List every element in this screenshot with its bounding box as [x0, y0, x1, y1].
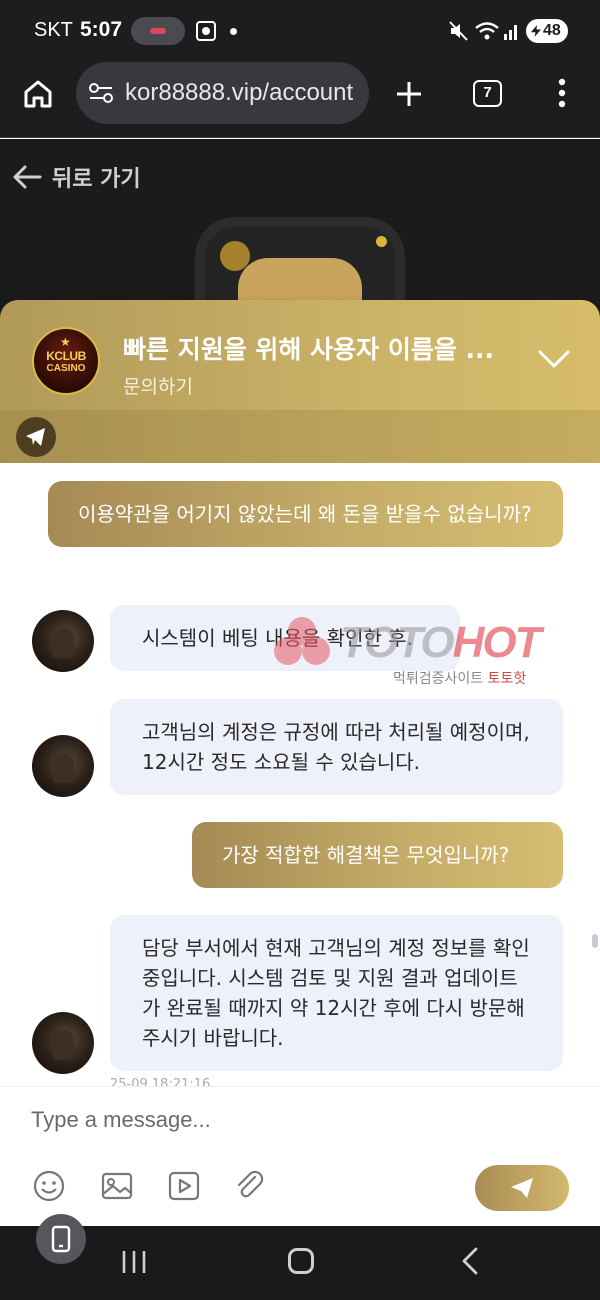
- telegram-icon[interactable]: [16, 417, 56, 457]
- avatar: [32, 610, 94, 672]
- message-composer: [0, 1086, 600, 1226]
- more-icon[interactable]: [557, 78, 567, 108]
- chat-header-bar: [0, 410, 600, 463]
- site-settings-icon[interactable]: [88, 82, 114, 104]
- watermark-logo-icon: [274, 617, 330, 665]
- recent-apps-icon[interactable]: [120, 1248, 148, 1276]
- watermark-brand-b: HOT: [452, 618, 542, 667]
- casino-logo: ★ KCLUB CASINO: [32, 327, 100, 395]
- notification-dot-icon: [230, 28, 237, 35]
- scrollbar[interactable]: [592, 934, 598, 948]
- watermark-subtext: 먹튀검증사이트 토토핫: [393, 668, 526, 688]
- tabs-icon[interactable]: 7: [473, 80, 502, 107]
- floating-phone-button[interactable]: [36, 1214, 86, 1264]
- avatar: [32, 735, 94, 797]
- video-icon[interactable]: [167, 1169, 201, 1203]
- watermark-brand-a: TOTO: [340, 618, 455, 667]
- watermark-sub-a: 먹튀검증사이트: [393, 671, 488, 687]
- clock: 5:07: [80, 18, 123, 41]
- avatar: [32, 1012, 94, 1074]
- system-nav-bar: [0, 1226, 600, 1300]
- send-icon: [511, 1178, 533, 1198]
- home-icon[interactable]: [22, 78, 54, 110]
- browser-toolbar: kor88888.vip/account 7: [0, 62, 600, 138]
- message-input[interactable]: [31, 1107, 551, 1133]
- phone-icon: [51, 1225, 71, 1253]
- user-message: 이용약관을 어기지 않았는데 왜 돈을 받을수 없습니까?: [48, 481, 563, 547]
- logo-text-bottom: CASINO: [46, 363, 86, 374]
- url-text[interactable]: kor88888.vip/account: [125, 79, 353, 107]
- chevron-down-icon[interactable]: [537, 348, 571, 370]
- message-timestamp: 25-09 18:21:16: [110, 1077, 211, 1086]
- chat-subtitle: 문의하기: [123, 376, 193, 398]
- mute-icon: [449, 21, 468, 41]
- image-icon[interactable]: [100, 1169, 134, 1203]
- crown-icon: ★: [60, 335, 71, 349]
- agent-message: 고객님의 계정은 규정에 따라 처리될 예정이며, 12시간 정도 소요될 수 …: [110, 699, 563, 795]
- back-label: 뒤로 가기: [52, 167, 141, 192]
- signal-icon: [504, 25, 517, 40]
- back-icon[interactable]: [460, 1246, 480, 1276]
- home-button[interactable]: [288, 1248, 314, 1274]
- status-bar: SKT 5:07 48: [0, 0, 600, 62]
- battery-icon: 48: [526, 19, 568, 43]
- new-tab-icon[interactable]: [396, 81, 422, 107]
- attach-icon[interactable]: [233, 1169, 267, 1203]
- call-indicator: [131, 17, 185, 45]
- send-button[interactable]: [475, 1165, 569, 1211]
- address-bar[interactable]: kor88888.vip/account: [76, 62, 369, 124]
- watermark-brand: TOTOHOT: [340, 618, 542, 668]
- carrier-label: SKT: [34, 19, 73, 41]
- watermark-sub-b: 토토핫: [487, 671, 527, 687]
- screen-record-icon: [196, 21, 216, 41]
- wifi-icon: [475, 22, 499, 40]
- arrow-left-icon: [13, 165, 42, 189]
- page-background: 뒤로 가기: [0, 139, 600, 338]
- chat-header: ★ KCLUB CASINO 빠른 지원을 위해 사용자 이름을 ... 문의하…: [0, 300, 600, 463]
- agent-message: 담당 부서에서 현재 고객님의 계정 정보를 확인 중입니다. 시스템 검토 및…: [110, 915, 563, 1071]
- message-list[interactable]: 이용약관을 어기지 않았는데 왜 돈을 받을수 없습니까? 시스템이 베팅 내용…: [0, 463, 600, 1086]
- emoji-icon[interactable]: [32, 1169, 66, 1203]
- logo-text-top: KCLUB: [46, 349, 86, 363]
- background-dot: [376, 236, 387, 247]
- chat-title: 빠른 지원을 위해 사용자 이름을 ...: [123, 335, 495, 364]
- user-message: 가장 적합한 해결책은 무엇입니까?: [192, 822, 563, 888]
- back-button[interactable]: 뒤로 가기: [12, 161, 141, 193]
